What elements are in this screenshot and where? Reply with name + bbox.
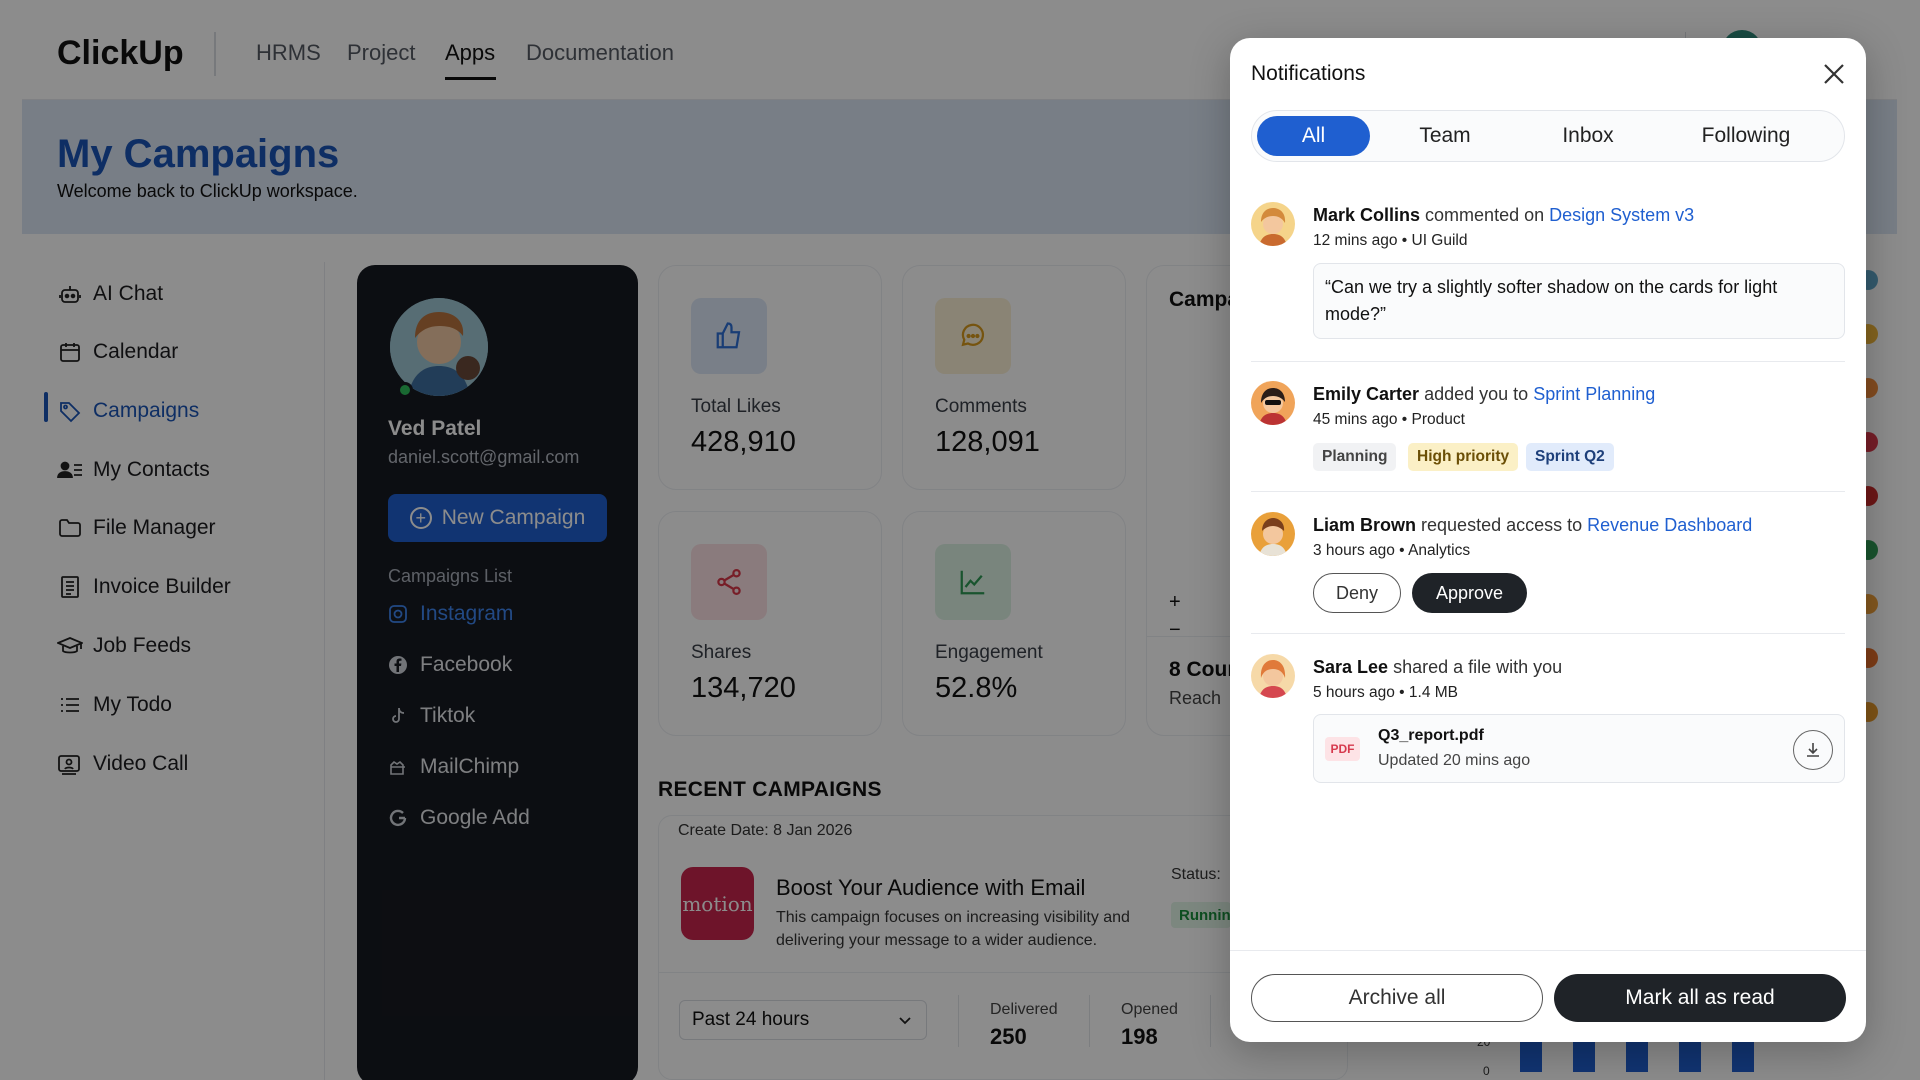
- notification-divider: [1251, 361, 1845, 362]
- notification-meta: 3 hours ago • Analytics: [1313, 542, 1471, 559]
- approve-button[interactable]: Approve: [1412, 573, 1527, 613]
- notification-user[interactable]: Liam Brown: [1313, 515, 1416, 535]
- notification-meta: 12 mins ago • UI Guild: [1313, 232, 1468, 249]
- notification-header: Emily Carter added you to Sprint Plannin…: [1313, 384, 1656, 404]
- file-name: Q3_report.pdf: [1378, 727, 1484, 744]
- tab-all[interactable]: All: [1257, 116, 1370, 156]
- notifications-panel: Notifications All Team Inbox Following M…: [1230, 38, 1866, 1042]
- avatar: [1251, 381, 1295, 425]
- notification-meta: 45 mins ago • Product: [1313, 411, 1465, 428]
- notification-target-link[interactable]: Revenue Dashboard: [1587, 515, 1752, 535]
- tag-high-priority: High priority: [1408, 443, 1519, 471]
- tab-following[interactable]: Following: [1656, 116, 1836, 156]
- notification-meta: 5 hours ago • 1.4 MB: [1313, 684, 1459, 701]
- notification-user[interactable]: Mark Collins: [1313, 205, 1420, 225]
- avatar: [1251, 654, 1295, 698]
- notification-header: Mark Collins commented on Design System …: [1313, 205, 1695, 225]
- notification-header: Sara Lee shared a file with you: [1313, 657, 1563, 677]
- avatar: [1251, 512, 1295, 556]
- tag-sprint-q2: Sprint Q2: [1526, 443, 1614, 471]
- notification-tabs: All Team Inbox Following: [1251, 110, 1845, 162]
- deny-button[interactable]: Deny: [1313, 573, 1401, 613]
- avatar: [1251, 202, 1295, 246]
- notification-user[interactable]: Emily Carter: [1313, 384, 1419, 404]
- download-icon[interactable]: [1793, 730, 1833, 770]
- notification-target-link[interactable]: Sprint Planning: [1533, 384, 1655, 404]
- notification-divider: [1251, 491, 1845, 492]
- tab-team[interactable]: Team: [1370, 116, 1520, 156]
- file-updated: Updated 20 mins ago: [1378, 752, 1531, 769]
- mark-all-read-button[interactable]: Mark all as read: [1554, 974, 1846, 1022]
- close-icon[interactable]: [1820, 60, 1848, 88]
- footer-divider: [1230, 950, 1866, 951]
- notification-header: Liam Brown requested access to Revenue D…: [1313, 515, 1753, 535]
- archive-all-button[interactable]: Archive all: [1251, 974, 1543, 1022]
- notifications-title: Notifications: [1251, 62, 1366, 85]
- notification-target-link[interactable]: Design System v3: [1549, 205, 1694, 225]
- notification-user[interactable]: Sara Lee: [1313, 657, 1388, 677]
- notification-divider: [1251, 633, 1845, 634]
- pdf-badge: PDF: [1325, 737, 1360, 761]
- tag-planning: Planning: [1313, 443, 1397, 471]
- file-attachment[interactable]: PDF Q3_report.pdf Updated 20 mins ago: [1313, 714, 1845, 783]
- tab-inbox[interactable]: Inbox: [1520, 116, 1656, 156]
- comment-quote: “Can we try a slightly softer shadow on …: [1313, 263, 1845, 339]
